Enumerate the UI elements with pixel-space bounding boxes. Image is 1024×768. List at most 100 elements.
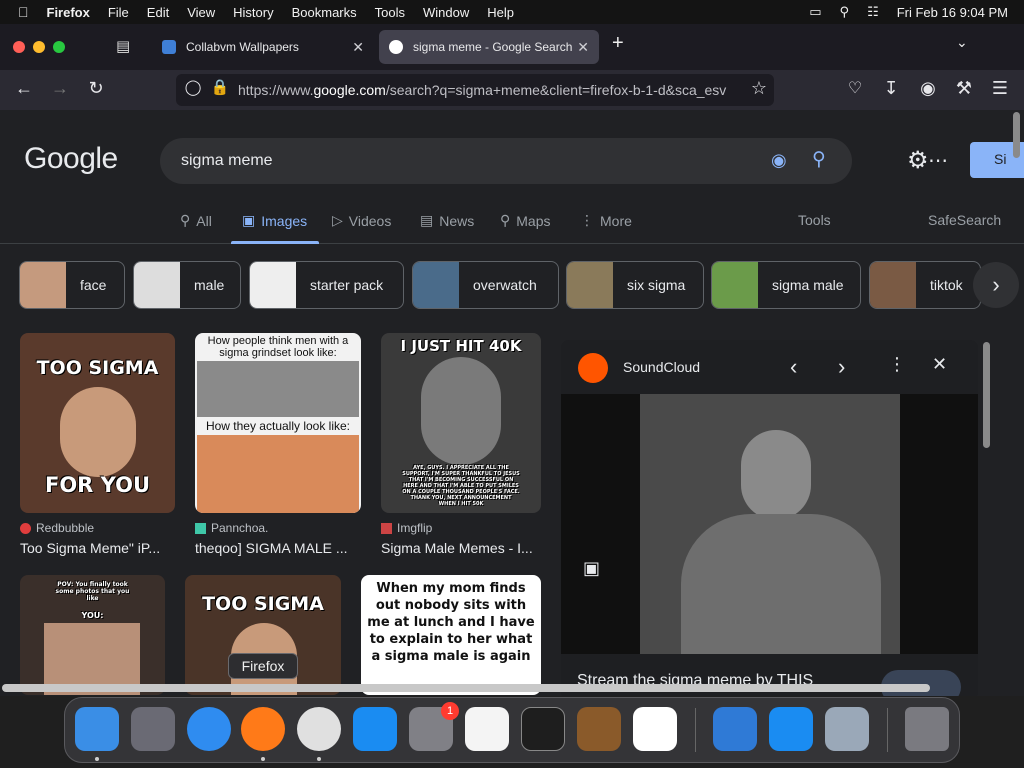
horizontal-scrollbar[interactable]: [2, 684, 930, 692]
lens-search-icon[interactable]: ▣: [583, 558, 600, 579]
settings-gear-icon[interactable]: ⚙: [907, 146, 929, 175]
chip-starter-pack[interactable]: starter pack: [249, 261, 404, 309]
result-source[interactable]: Pannchoa.: [195, 521, 361, 535]
chips-next-chevron-right-icon[interactable]: ›: [973, 262, 1019, 308]
tab-maps[interactable]: ⚲ Maps: [500, 212, 551, 229]
menu-help[interactable]: Help: [487, 5, 514, 20]
page-scrollbar[interactable]: [1013, 112, 1020, 158]
launchpad-icon[interactable]: [131, 707, 175, 751]
textedit-icon[interactable]: [465, 707, 509, 751]
menu-window[interactable]: Window: [423, 5, 469, 20]
search-input[interactable]: sigma meme ◉ ⚲: [160, 138, 852, 184]
tab-all[interactable]: ⚲ All: [180, 212, 212, 229]
finder-icon[interactable]: [75, 707, 119, 751]
chip-tiktok[interactable]: tiktok: [869, 261, 981, 309]
result-image[interactable]: How people think men with a sigma grinds…: [195, 333, 361, 513]
panel-scrollbar[interactable]: [983, 342, 990, 448]
safesearch-button[interactable]: SafeSearch: [928, 212, 1001, 228]
image-result-1[interactable]: TOO SIGMA FOR YOU Redbubble Too Sigma Me…: [20, 333, 175, 556]
screen-mirror-icon[interactable]: ▭: [809, 4, 821, 20]
terminal-icon[interactable]: [521, 707, 565, 751]
chip-face[interactable]: face: [19, 261, 125, 309]
url-bar[interactable]: https://www. google.com/search?q=sigma+me…: [176, 74, 774, 106]
image-result-6[interactable]: When my mom finds out nobody sits with m…: [361, 575, 541, 695]
tab-google-search[interactable]: sigma meme - Google Search ✕: [379, 30, 599, 64]
back-icon[interactable]: ←: [12, 78, 36, 99]
google-logo[interactable]: Google: [24, 142, 118, 176]
next-chevron-right-icon[interactable]: ›: [838, 354, 845, 380]
more-vertical-icon[interactable]: ⋮: [888, 354, 906, 375]
vscode-icon[interactable]: [633, 707, 677, 751]
menu-app-name[interactable]: Firefox: [47, 5, 90, 20]
tab-news[interactable]: ▤ News: [420, 212, 474, 229]
preview-icon[interactable]: [825, 707, 869, 751]
account-icon[interactable]: ◉: [916, 78, 940, 99]
keynote-icon[interactable]: [769, 707, 813, 751]
close-window-icon[interactable]: [13, 41, 25, 53]
result-source[interactable]: Imgflip: [381, 521, 541, 535]
forward-icon[interactable]: →: [48, 78, 72, 99]
menu-hamburger-icon[interactable]: ☰: [988, 78, 1012, 99]
result-title[interactable]: theqoo] SIGMA MALE ...: [195, 540, 361, 556]
result-image[interactable]: When my mom finds out nobody sits with m…: [361, 575, 541, 695]
menu-file[interactable]: File: [108, 5, 129, 20]
search-icon[interactable]: ⚲: [812, 148, 826, 171]
close-tab-icon[interactable]: ✕: [577, 39, 589, 56]
visit-button[interactable]: [881, 670, 961, 696]
result-source[interactable]: Redbubble: [20, 521, 175, 535]
minimize-window-icon[interactable]: [33, 41, 45, 53]
extensions-icon[interactable]: ⚒: [952, 78, 976, 99]
chip-six-sigma[interactable]: six sigma: [566, 261, 704, 309]
menu-bookmarks[interactable]: Bookmarks: [292, 5, 357, 20]
google-lens-icon[interactable]: ◉: [771, 150, 787, 171]
downloads-icon[interactable]: ↧: [879, 78, 903, 99]
tab-images[interactable]: ▣ Images: [242, 212, 307, 229]
weather-icon[interactable]: [713, 707, 757, 751]
close-preview-icon[interactable]: ✕: [932, 354, 947, 375]
tab-more[interactable]: ⋮ More: [580, 212, 632, 229]
result-image[interactable]: I JUST HIT 40K AYE, GUYS. I APPRECIATE A…: [381, 333, 541, 513]
image-result-4[interactable]: POV: You finally took some photos that y…: [20, 575, 165, 695]
menu-tools[interactable]: Tools: [375, 5, 405, 20]
new-tab-icon[interactable]: +: [612, 32, 624, 55]
zoom-window-icon[interactable]: [53, 41, 65, 53]
firefox-icon[interactable]: [241, 707, 285, 751]
menu-edit[interactable]: Edit: [147, 5, 169, 20]
control-center-icon[interactable]: ☷: [867, 4, 879, 20]
trash-icon[interactable]: [905, 707, 949, 751]
chip-overwatch[interactable]: overwatch: [412, 261, 559, 309]
safari-icon[interactable]: [187, 707, 231, 751]
tab-overview-icon[interactable]: ▤: [116, 37, 130, 55]
menu-history[interactable]: History: [233, 5, 273, 20]
tab-collabvm[interactable]: Collabvm Wallpapers ✕: [152, 30, 374, 64]
result-image[interactable]: TOO SIGMA FOR YOU: [20, 333, 175, 513]
apple-icon[interactable]: : [18, 4, 29, 20]
image-result-3[interactable]: I JUST HIT 40K AYE, GUYS. I APPRECIATE A…: [381, 333, 541, 556]
apps-grid-icon[interactable]: ⋯: [928, 148, 948, 173]
result-title[interactable]: Too Sigma Meme" iP...: [20, 540, 175, 556]
reload-icon[interactable]: ↻: [84, 78, 108, 99]
lock-icon[interactable]: 🔒: [208, 78, 232, 96]
preview-source[interactable]: SoundCloud: [623, 359, 700, 375]
result-image[interactable]: POV: You finally took some photos that y…: [20, 575, 165, 695]
bookmark-star-icon[interactable]: ☆: [747, 78, 771, 99]
chrome-icon[interactable]: [297, 707, 341, 751]
tab-videos[interactable]: ▷ Videos: [332, 212, 391, 229]
preview-image[interactable]: [561, 394, 978, 654]
app-store-icon[interactable]: [353, 707, 397, 751]
list-tabs-chevron-down-icon[interactable]: ⌄: [956, 34, 968, 51]
tracking-protection-shield-icon[interactable]: ◯: [181, 78, 205, 96]
menu-view[interactable]: View: [187, 5, 215, 20]
garageband-icon[interactable]: [577, 707, 621, 751]
chip-male[interactable]: male: [133, 261, 241, 309]
image-result-2[interactable]: How people think men with a sigma grinds…: [195, 333, 361, 556]
close-tab-icon[interactable]: ✕: [352, 39, 364, 56]
previous-chevron-left-icon[interactable]: ‹: [790, 354, 797, 380]
result-title[interactable]: Sigma Male Memes - I...: [381, 540, 541, 556]
spotlight-icon[interactable]: ⚲: [840, 4, 850, 20]
pocket-icon[interactable]: ♡: [843, 78, 867, 98]
chip-sigma-male[interactable]: sigma male: [711, 261, 861, 309]
meme-caption-top: TOO SIGMA: [202, 593, 324, 615]
clock[interactable]: Fri Feb 16 9:04 PM: [897, 5, 1008, 20]
tools-button[interactable]: Tools: [798, 212, 831, 228]
